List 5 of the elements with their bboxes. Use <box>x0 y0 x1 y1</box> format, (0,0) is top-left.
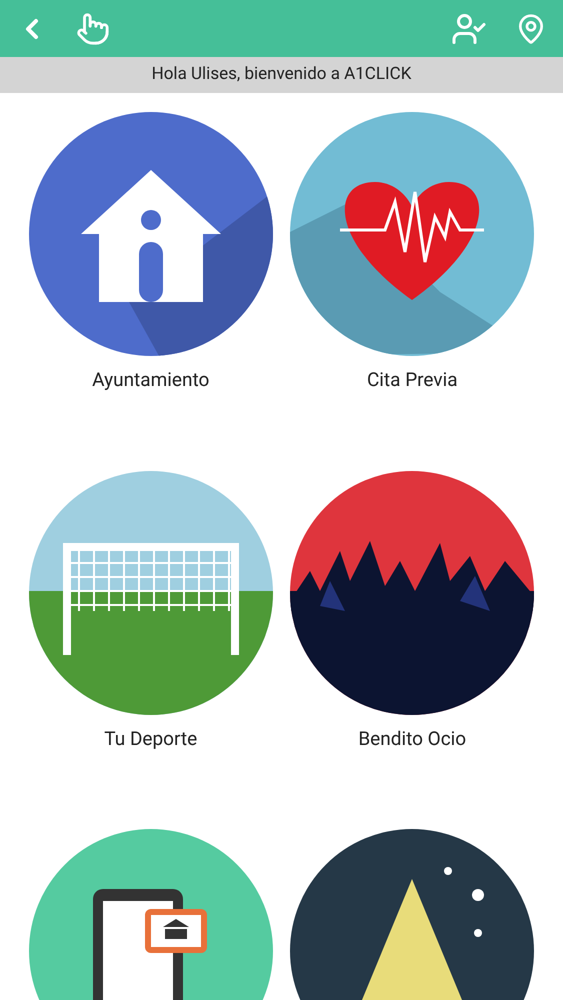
tile-label: Tu Deporte <box>104 726 198 752</box>
greeting-text: Hola Ulises, bienvenido a A1CLICK <box>152 63 412 86</box>
tile-label: Bendito Ocio <box>358 726 466 752</box>
tile-label: Ayuntamiento <box>92 367 210 393</box>
tile-label: Cita Previa <box>366 367 458 393</box>
